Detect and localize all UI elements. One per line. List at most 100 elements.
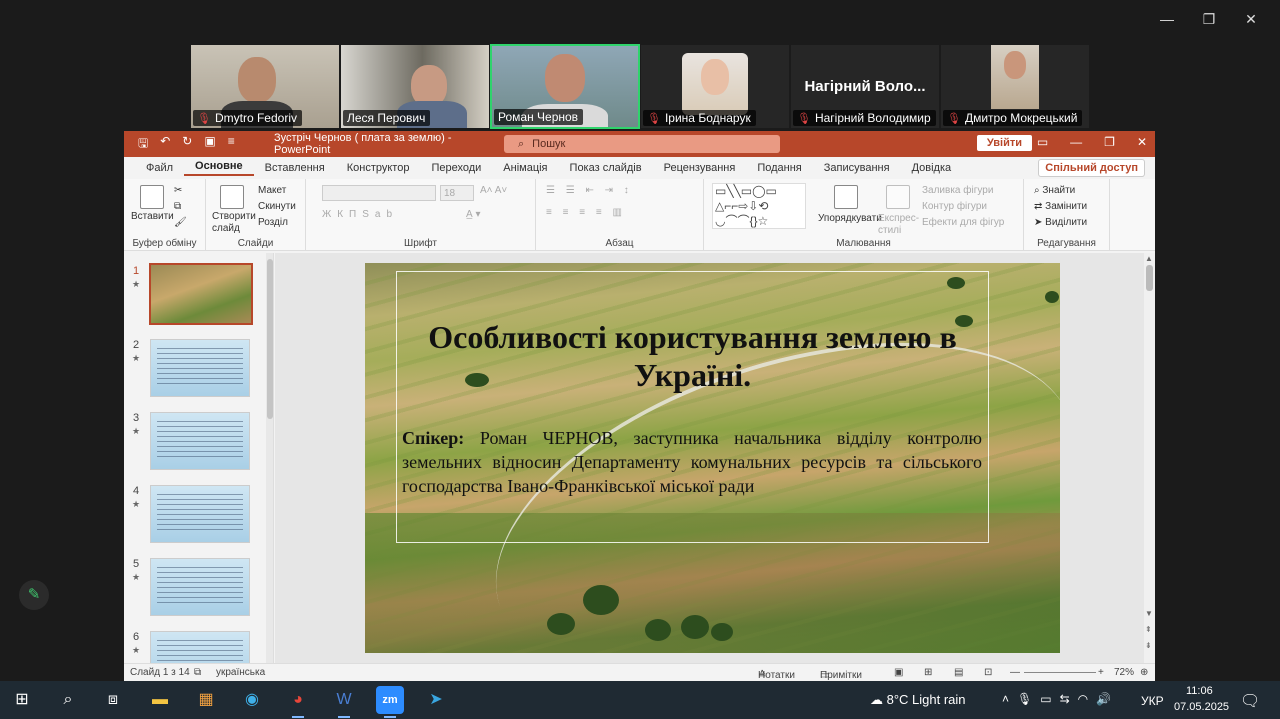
chrome-icon[interactable]: ◕ (284, 686, 312, 718)
zoom-icon[interactable]: zm (376, 686, 404, 718)
font-color-icon[interactable]: A̲ ▾ (466, 209, 480, 220)
ribbon-display-icon[interactable]: ▭ (1037, 135, 1048, 149)
tab-animations[interactable]: Анімація (492, 162, 558, 174)
next-slide-icon[interactable]: ⇟ (1145, 641, 1152, 650)
clock-time[interactable]: 11:06 (1186, 685, 1213, 697)
font-name-box[interactable] (322, 185, 436, 201)
tab-recording[interactable]: Записування (813, 162, 901, 174)
copy-icon[interactable]: ⧉ (174, 201, 181, 212)
reset-button[interactable]: Скинути (258, 201, 296, 212)
shape-outline-button[interactable]: Контур фігури (922, 201, 987, 212)
replace-button[interactable]: ⇄ Замінити (1034, 201, 1087, 212)
search-box[interactable]: ⌕ Пошук (504, 135, 780, 153)
store-icon[interactable]: ▦ (192, 686, 220, 714)
shapes-gallery[interactable]: ▭╲╲▭◯▭ △⌐⌐⇨⇩⟲ ◡⌒⌒{}☆ (712, 183, 806, 229)
restore-icon[interactable]: ❐ (1188, 8, 1230, 30)
redo-icon[interactable]: ↻ (182, 134, 192, 155)
clock-date[interactable]: 07.05.2025 (1174, 701, 1229, 713)
new-slide-button[interactable]: Створити слайд (212, 211, 256, 235)
input-language[interactable]: УКР (1141, 694, 1164, 708)
file-explorer-icon[interactable]: ▬ (146, 686, 174, 714)
tab-insert[interactable]: Вставлення (254, 162, 336, 174)
windows-start-icon[interactable]: ⊞ (8, 686, 36, 714)
participant-tile[interactable]: Леся Перович (340, 44, 490, 129)
customize-icon[interactable]: ≡ (228, 134, 235, 155)
shape-effects-button[interactable]: Ефекти для фігур (922, 217, 1004, 228)
cut-icon[interactable]: ✂ (174, 185, 182, 196)
signin-button[interactable]: Увійти (976, 135, 1032, 151)
format-painter-icon[interactable]: 🖌 (174, 217, 187, 228)
accessibility-icon[interactable]: ⧉ (194, 667, 201, 678)
font-size-box[interactable]: 18 (440, 185, 474, 201)
slide-thumbnail[interactable]: 2 ★ (124, 339, 273, 403)
slide-thumbnail[interactable]: 5 ★ (124, 558, 273, 622)
zoom-level[interactable]: 72% (1114, 667, 1134, 678)
zoom-slider[interactable] (1024, 672, 1096, 673)
present-icon[interactable]: ▣ (204, 134, 215, 155)
language-indicator[interactable]: українська (216, 667, 265, 678)
normal-view-icon[interactable]: ▣ (894, 667, 903, 678)
task-view-icon[interactable]: ⧈ (99, 686, 127, 714)
weather-widget[interactable]: ☁ 8°C Light rain (870, 692, 966, 708)
slide-1[interactable]: Особливості користування землею в Україн… (365, 263, 1060, 653)
layout-button[interactable]: Макет (258, 185, 286, 196)
search-icon[interactable]: ⌕ (54, 686, 82, 714)
section-button[interactable]: Розділ (258, 217, 288, 228)
thumbnails-scrollbar[interactable] (266, 253, 273, 663)
tab-transitions[interactable]: Переходи (420, 162, 492, 174)
undo-icon[interactable]: ↶ (160, 134, 170, 155)
telegram-icon[interactable]: ➤ (422, 686, 450, 714)
scroll-up-icon[interactable]: ▲ (1145, 254, 1153, 263)
tab-file[interactable]: Файл (135, 162, 184, 174)
paste-icon[interactable] (140, 185, 164, 209)
reading-view-icon[interactable]: ▤ (954, 667, 963, 678)
tab-view[interactable]: Подання (746, 162, 812, 174)
slide-content-placeholder[interactable] (396, 271, 989, 543)
new-slide-icon[interactable] (220, 185, 244, 209)
slide-scrollbar[interactable]: ▲ ▼ ⇞ ⇟ (1144, 253, 1155, 663)
minimize-icon[interactable]: — (1146, 8, 1188, 30)
slide-speaker-text[interactable]: Спікер: Роман ЧЕРНОВ, заступника начальн… (402, 426, 982, 498)
tab-design[interactable]: Конструктор (336, 162, 421, 174)
close-icon[interactable]: ✕ (1137, 135, 1147, 149)
zoom-in-icon[interactable]: + (1098, 667, 1104, 678)
list-icons[interactable]: ☰ ☰ ⇤ ⇥ ↕ (546, 185, 633, 196)
slide-title[interactable]: Особливості користування землею в Україн… (396, 318, 989, 394)
annotate-pen-icon[interactable]: ✎ (19, 580, 49, 610)
notifications-icon[interactable]: 🗨 (1240, 691, 1260, 711)
close-icon[interactable]: ✕ (1230, 8, 1272, 30)
quick-styles-icon[interactable] (886, 185, 910, 209)
previous-slide-icon[interactable]: ⇞ (1145, 625, 1152, 634)
paste-button[interactable]: Вставити (131, 211, 174, 222)
select-button[interactable]: ➤ Виділити (1034, 217, 1087, 228)
tab-slideshow[interactable]: Показ слайдів (559, 162, 653, 174)
align-icons[interactable]: ≡ ≡ ≡ ≡ ▥ (546, 207, 626, 218)
slide-sorter-icon[interactable]: ⊞ (924, 667, 932, 678)
zoom-out-icon[interactable]: — (1010, 667, 1020, 678)
arrange-icon[interactable] (834, 185, 858, 209)
tab-help[interactable]: Довідка (901, 162, 963, 174)
slide-thumbnail[interactable]: 3 ★ (124, 412, 273, 476)
slideshow-view-icon[interactable]: ⊡ (984, 667, 992, 678)
minimize-icon[interactable]: — (1070, 135, 1082, 149)
slide-thumbnail[interactable]: 6 ★ (124, 631, 273, 663)
font-format-icons[interactable]: ЖКПSab (322, 209, 398, 220)
tab-home[interactable]: Основне (184, 160, 254, 176)
restore-icon[interactable]: ❐ (1104, 135, 1115, 149)
quick-styles-button[interactable]: Експрес-стилі (878, 213, 919, 237)
participant-tile[interactable]: Нагірний Воло... 🎙 Нагірний Володимир (790, 44, 940, 129)
fit-slide-icon[interactable]: ⊕ (1140, 667, 1148, 678)
slide-thumbnail[interactable]: 1 ★ (124, 263, 273, 329)
edge-icon[interactable]: ◉ (238, 686, 266, 714)
scroll-down-icon[interactable]: ▼ (1145, 609, 1153, 618)
participant-tile[interactable]: 🎙 Дмитро Мокрецький (940, 44, 1090, 129)
system-tray-icons[interactable]: ˄🎙▭⇆◠🔊 (1002, 692, 1119, 706)
save-icon[interactable]: 🖫 (138, 134, 148, 155)
slide-thumbnail[interactable]: 4 ★ (124, 485, 273, 549)
grow-font-icon[interactable]: A˄ A˅ (480, 185, 507, 196)
share-button[interactable]: Спільний доступ (1038, 159, 1145, 177)
tab-review[interactable]: Рецензування (653, 162, 747, 174)
participant-tile-active-speaker[interactable]: Роман Чернов (490, 44, 640, 129)
word-icon[interactable]: W (330, 686, 358, 718)
participant-tile[interactable]: 🎙 Dmytro Fedoriv (190, 44, 340, 129)
